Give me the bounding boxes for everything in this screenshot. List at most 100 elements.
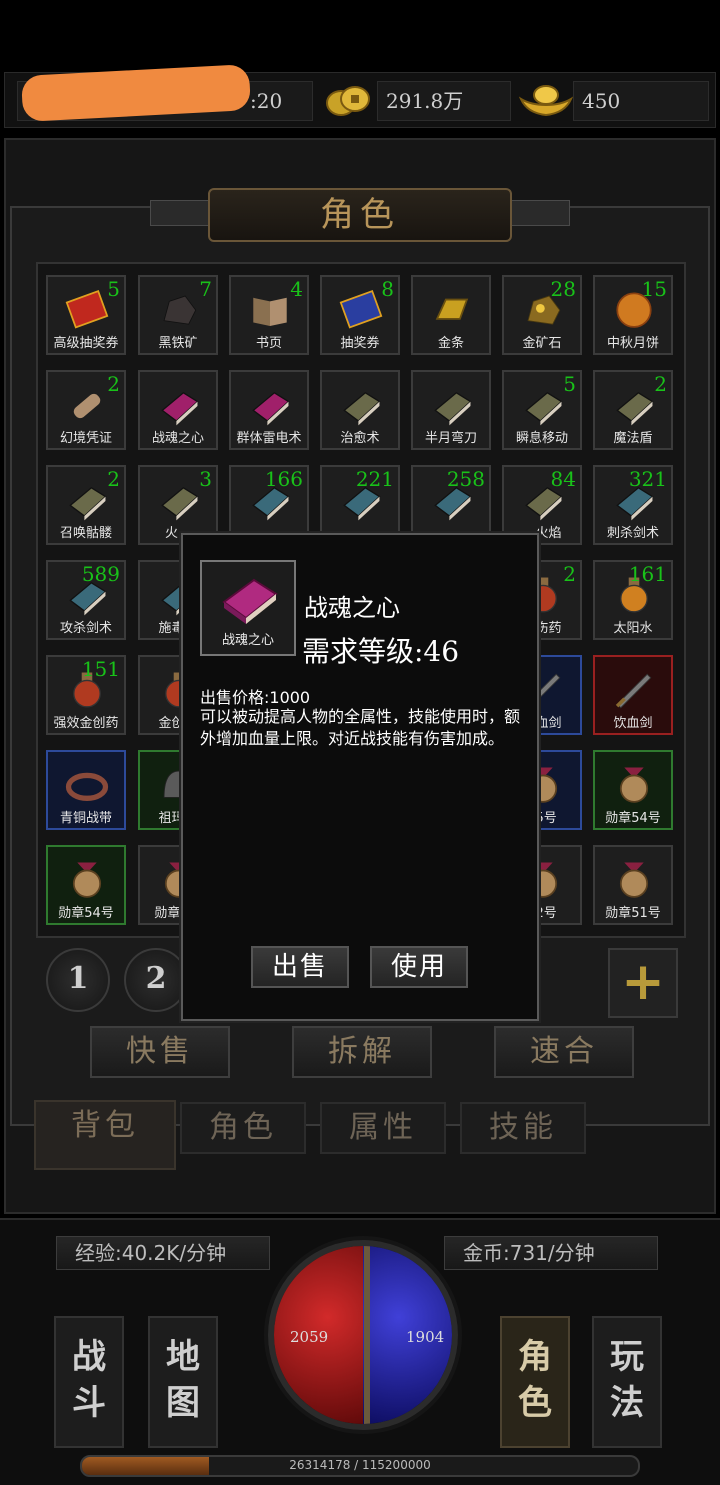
inventory-slot[interactable]: 4 书页 — [229, 275, 309, 355]
tab-bag[interactable]: 背包 — [34, 1100, 176, 1170]
item-name: 书页 — [255, 336, 282, 351]
inventory-slot[interactable]: 半月弯刀 — [411, 370, 491, 450]
item-detail-description: 可以被动提高人物的全属性，技能使用时，额外增加血量上限。对近战技能有伤害加成。 — [200, 707, 521, 748]
item-count: 15 — [641, 277, 667, 301]
inventory-slot[interactable]: 5 高级抽奖券 — [46, 275, 126, 355]
inventory-slot[interactable]: 8 抽奖券 — [320, 275, 400, 355]
item-count: 28 — [550, 277, 576, 301]
inventory-slot[interactable]: 7 黑铁矿 — [138, 275, 218, 355]
synthesize-button[interactable]: 速合 — [494, 1026, 634, 1078]
nav-role-label: 角色 — [518, 1337, 552, 1423]
sell-button[interactable]: 出售 — [251, 946, 349, 988]
sword-icon — [615, 673, 652, 709]
item-name: 幻境凭证 — [59, 431, 112, 446]
inventory-slot[interactable]: 勋章54号 — [593, 750, 673, 830]
inventory-slot[interactable]: 治愈术 — [320, 370, 400, 450]
item-name: 黑铁矿 — [158, 336, 198, 351]
item-count: 2 — [654, 372, 667, 396]
skill-book-icon — [343, 391, 381, 426]
inventory-slot[interactable]: 151 强效金创药 — [46, 655, 126, 735]
nav-battle-button[interactable]: 战斗 — [54, 1316, 124, 1448]
item-name: 勋章51号 — [605, 906, 661, 921]
gold-bar-icon — [435, 298, 469, 320]
item-count: 151 — [81, 657, 120, 681]
item-count: 4 — [290, 277, 303, 301]
item-count: 2 — [107, 372, 120, 396]
skill-book-icon — [161, 486, 199, 521]
inventory-slot[interactable]: 战魂之心 — [138, 370, 218, 450]
medal-icon — [619, 862, 649, 898]
player-level-text: :20 — [250, 89, 283, 113]
item-count: 7 — [199, 277, 212, 301]
item-name: 抽奖券 — [340, 336, 380, 351]
gold-coin-icon — [323, 81, 373, 125]
dismantle-button[interactable]: 拆解 — [292, 1026, 432, 1078]
page-1-button[interactable]: 1 — [46, 948, 110, 1012]
inventory-slot[interactable]: 161 太阳水 — [593, 560, 673, 640]
inventory-slot[interactable]: 2 魔法盾 — [593, 370, 673, 450]
nav-role-button[interactable]: 角色 — [500, 1316, 570, 1448]
book-page-icon — [253, 297, 287, 326]
item-count: 5 — [107, 277, 120, 301]
item-name: 饮血剑 — [613, 716, 653, 731]
skill-book-icon — [252, 391, 290, 426]
orb-divider — [364, 1246, 370, 1424]
hp-value: 2059 — [290, 1328, 329, 1346]
item-name: 中秋月饼 — [606, 336, 659, 351]
medal-icon — [72, 862, 102, 898]
hp-mp-orb: 2059 1904 — [268, 1240, 458, 1430]
lottery-ticket-icon — [339, 289, 383, 329]
item-name: 金矿石 — [522, 336, 562, 351]
quick-sell-button[interactable]: 快售 — [90, 1026, 230, 1078]
inventory-slot[interactable]: 勋章54号 — [46, 845, 126, 925]
exp-progress-bar: 26314178 / 115200000 — [80, 1455, 640, 1477]
item-name: 治愈术 — [340, 431, 380, 446]
inventory-slot[interactable]: 5 瞬息移动 — [502, 370, 582, 450]
belt-icon — [65, 772, 109, 801]
page-2-button[interactable]: 2 — [124, 948, 188, 1012]
inventory-slot[interactable]: 15 中秋月饼 — [593, 275, 673, 355]
item-detail-icon: 战魂之心 — [200, 560, 296, 656]
ingot-amount: 450 — [573, 81, 709, 121]
item-count: 221 — [355, 467, 394, 491]
inventory-slot[interactable]: 金条 — [411, 275, 491, 355]
nav-battle-label: 战斗 — [72, 1337, 106, 1423]
skill-book-icon — [69, 486, 107, 521]
inventory-slot[interactable]: 群体雷电术 — [229, 370, 309, 450]
skill-book-icon — [161, 391, 199, 426]
item-count: 5 — [563, 372, 576, 396]
inventory-slot[interactable]: 青铜战带 — [46, 750, 126, 830]
inventory-slot[interactable]: 饮血剑 — [593, 655, 673, 735]
tab-role[interactable]: 角色 — [180, 1102, 306, 1154]
inventory-slot[interactable]: 28 金矿石 — [502, 275, 582, 355]
inventory-slot[interactable]: 2 幻境凭证 — [46, 370, 126, 450]
item-name: 召唤骷髅 — [59, 526, 112, 541]
tab-attr[interactable]: 属性 — [320, 1102, 446, 1154]
nav-play-button[interactable]: 玩法 — [592, 1316, 662, 1448]
nav-map-label: 地图 — [166, 1337, 200, 1423]
add-page-button[interactable]: + — [608, 948, 678, 1018]
inventory-slot[interactable]: 勋章51号 — [593, 845, 673, 925]
use-button[interactable]: 使用 — [370, 946, 468, 988]
medal-icon — [619, 767, 649, 803]
tab-skill[interactable]: 技能 — [460, 1102, 586, 1154]
item-name: 瞬息移动 — [515, 431, 568, 446]
item-count: 3 — [199, 467, 212, 491]
item-name: 勋章54号 — [605, 811, 661, 826]
inventory-slot[interactable]: 589 攻杀剑术 — [46, 560, 126, 640]
item-count: 161 — [628, 562, 667, 586]
item-name: 青铜战带 — [59, 811, 112, 826]
item-count: 2 — [563, 562, 576, 586]
status-bar — [0, 0, 720, 70]
item-name: 战魂之心 — [151, 431, 204, 446]
skill-book-icon — [616, 391, 654, 426]
nav-map-button[interactable]: 地图 — [148, 1316, 218, 1448]
item-detail-level: 需求等级:46 — [302, 635, 460, 668]
item-name: 半月弯刀 — [424, 431, 477, 446]
inventory-slot[interactable]: 321 刺杀剑术 — [593, 465, 673, 545]
item-count: 589 — [81, 562, 120, 586]
item-count: 166 — [264, 467, 303, 491]
item-name: 太阳水 — [613, 621, 653, 636]
ingot-icon — [517, 79, 575, 125]
inventory-slot[interactable]: 2 召唤骷髅 — [46, 465, 126, 545]
